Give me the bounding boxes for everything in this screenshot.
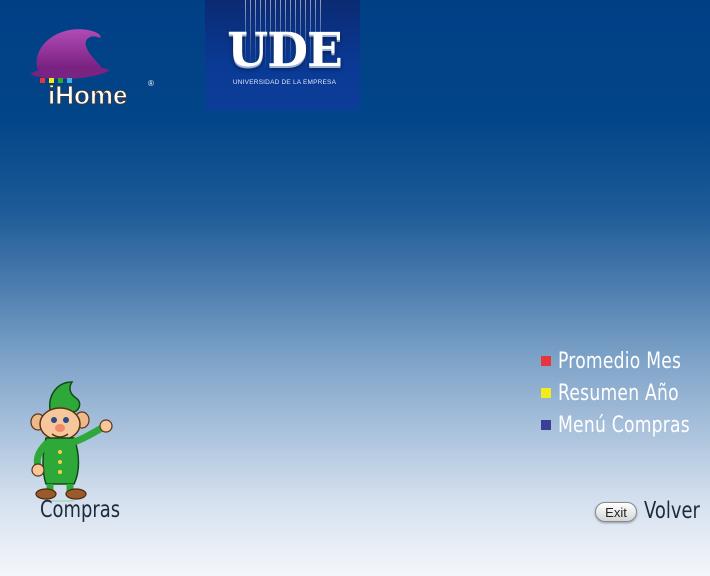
menu-item-menu-compras[interactable]: Menú Compras [541,409,710,441]
svg-text:®: ® [148,79,154,88]
menu-item-promedio-mes[interactable]: Promedio Mes [541,345,710,377]
menu-item-label: Resumen Año [558,380,679,406]
dwarf-mascot-icon [28,380,120,500]
ihome-logo: iHome ® [26,24,160,111]
exit-button[interactable]: Exit [595,502,637,522]
wizard-hat-icon: iHome ® [30,29,154,111]
red-bullet-icon [541,356,551,366]
blue-bullet-icon [541,420,551,430]
main-menu: Promedio Mes Resumen Año Menú Compras [541,345,710,441]
ude-subtitle: UNIVERSIDAD DE LA EMPRESA [232,79,337,86]
back-link[interactable]: Volver [644,498,700,524]
section-title: Compras [40,497,121,523]
ihome-wordmark: iHome [48,80,127,108]
ude-wordmark: UDE [227,23,343,78]
ude-logo: UDE UNIVERSIDAD DE LA EMPRESA [205,0,360,110]
yellow-bullet-icon [541,388,551,398]
menu-item-resumen-ano[interactable]: Resumen Año [541,377,710,409]
menu-item-label: Menú Compras [558,412,690,438]
menu-item-label: Promedio Mes [558,348,682,374]
